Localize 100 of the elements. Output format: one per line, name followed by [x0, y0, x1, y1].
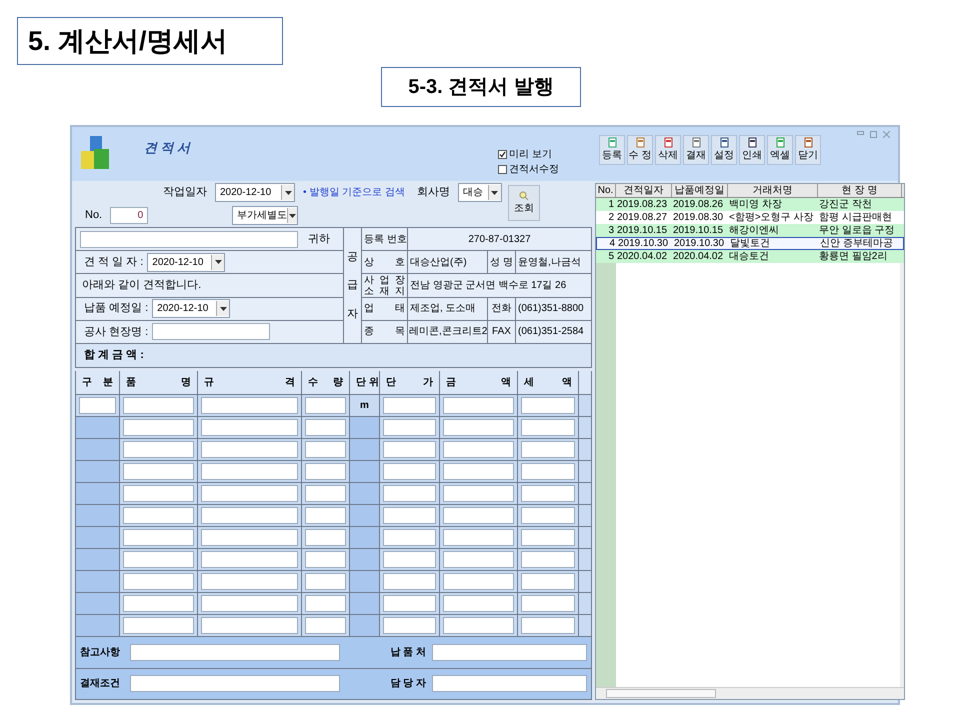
toolbar-button[interactable]: 인쇄: [739, 135, 765, 165]
column-header[interactable]: No.: [596, 184, 616, 197]
search-button[interactable]: 조회: [508, 185, 540, 221]
input-field[interactable]: [521, 441, 575, 458]
checkbox[interactable]: [498, 150, 507, 159]
input-field[interactable]: [79, 397, 116, 414]
input-field[interactable]: [443, 507, 514, 524]
input-field[interactable]: [130, 675, 340, 692]
dropdown-button[interactable]: [488, 185, 501, 200]
input-field[interactable]: [521, 485, 575, 502]
input-field[interactable]: [521, 617, 575, 634]
list-row[interactable]: 1 2019.08.23 2019.08.26 백미영 차장 강진군 작천: [596, 198, 904, 211]
input-field[interactable]: [383, 529, 436, 546]
input-field[interactable]: [201, 551, 298, 568]
input-field[interactable]: [130, 644, 340, 661]
scroll-thumb[interactable]: [606, 689, 716, 698]
list-row[interactable]: 3 2019.10.15 2019.10.15 해강이엔씨 무안 일로읍 구정: [596, 224, 904, 237]
input-field[interactable]: [383, 463, 436, 480]
input-field[interactable]: [123, 573, 194, 590]
input-field[interactable]: [201, 595, 298, 612]
input-field[interactable]: [305, 551, 346, 568]
input-field[interactable]: [443, 551, 514, 568]
input-field[interactable]: [432, 644, 587, 661]
recipient-field[interactable]: [80, 230, 298, 248]
input-field[interactable]: [123, 617, 194, 634]
horizontal-scrollbar[interactable]: [596, 687, 904, 699]
toolbar-button[interactable]: 등록: [599, 135, 625, 165]
input-field[interactable]: [305, 463, 346, 480]
close-icon[interactable]: [883, 131, 890, 138]
input-field[interactable]: [123, 507, 194, 524]
list-row[interactable]: 4 2019.10.30 2019.10.30 달빛토건 신안 증부테마공: [596, 237, 904, 250]
input-field[interactable]: [201, 573, 298, 590]
input-field[interactable]: [201, 485, 298, 502]
date-picker[interactable]: 2020-12-10: [152, 299, 230, 318]
input-field[interactable]: [383, 595, 436, 612]
toolbar-button[interactable]: 삭제: [655, 135, 681, 165]
input-field[interactable]: [201, 617, 298, 634]
tax-select[interactable]: 부가세별도: [232, 206, 298, 225]
input-field[interactable]: [305, 595, 346, 612]
input-field[interactable]: [443, 573, 514, 590]
input-field[interactable]: [443, 617, 514, 634]
input-field[interactable]: [383, 419, 436, 436]
dropdown-button[interactable]: [281, 185, 294, 200]
input-field[interactable]: [305, 529, 346, 546]
input-field[interactable]: [383, 485, 436, 502]
input-field[interactable]: [201, 507, 298, 524]
dropdown-button[interactable]: [216, 301, 230, 316]
input-field[interactable]: [201, 441, 298, 458]
input-field[interactable]: [521, 595, 575, 612]
toolbar-button[interactable]: 닫기: [795, 135, 821, 165]
vertical-scrollbar[interactable]: [900, 263, 904, 687]
input-field[interactable]: [383, 507, 436, 524]
toolbar-button[interactable]: 설정: [711, 135, 737, 165]
input-field[interactable]: [123, 397, 194, 414]
input-field[interactable]: [201, 463, 298, 480]
input-field[interactable]: [305, 485, 346, 502]
input-field[interactable]: [383, 441, 436, 458]
input-field[interactable]: [443, 595, 514, 612]
maximize-icon[interactable]: [870, 131, 877, 138]
toolbar-button[interactable]: 엑셀: [767, 135, 793, 165]
minimize-icon[interactable]: [857, 131, 864, 135]
input-field[interactable]: [443, 485, 514, 502]
input-field[interactable]: [521, 463, 575, 480]
input-field[interactable]: [443, 463, 514, 480]
input-field[interactable]: [443, 529, 514, 546]
input-field[interactable]: [443, 419, 514, 436]
input-field[interactable]: [201, 419, 298, 436]
input-field[interactable]: [201, 397, 298, 414]
site-field[interactable]: [152, 323, 270, 340]
input-field[interactable]: [383, 551, 436, 568]
input-field[interactable]: [123, 529, 194, 546]
input-field[interactable]: [123, 551, 194, 568]
input-field[interactable]: [383, 617, 436, 634]
input-field[interactable]: [305, 441, 346, 458]
input-field[interactable]: [443, 397, 514, 414]
input-field[interactable]: [443, 441, 514, 458]
input-field[interactable]: [123, 441, 194, 458]
input-field[interactable]: [305, 507, 346, 524]
input-field[interactable]: [201, 529, 298, 546]
input-field[interactable]: [305, 573, 346, 590]
input-field[interactable]: [521, 507, 575, 524]
list-row[interactable]: 5 2020.04.02 2020.04.02 대승토건 황룡면 필암2리: [596, 250, 904, 263]
input-field[interactable]: [521, 419, 575, 436]
date-picker[interactable]: 2020-12-10: [215, 183, 295, 202]
column-header[interactable]: 납품예정일: [672, 184, 728, 197]
input-field[interactable]: [432, 675, 587, 692]
toolbar-button[interactable]: 결재: [683, 135, 709, 165]
checkbox[interactable]: [498, 165, 507, 174]
input-field[interactable]: [521, 573, 575, 590]
toolbar-button[interactable]: 수 정: [627, 135, 653, 165]
input-field[interactable]: [305, 617, 346, 634]
date-picker[interactable]: 2020-12-10: [147, 252, 226, 272]
input-field[interactable]: [123, 419, 194, 436]
dropdown-button[interactable]: [211, 254, 224, 270]
column-header[interactable]: 거래처명: [728, 184, 818, 197]
input-field[interactable]: [521, 529, 575, 546]
number-field[interactable]: 0: [110, 207, 148, 224]
input-field[interactable]: [383, 573, 436, 590]
input-field[interactable]: [305, 419, 346, 436]
input-field[interactable]: [521, 397, 575, 414]
